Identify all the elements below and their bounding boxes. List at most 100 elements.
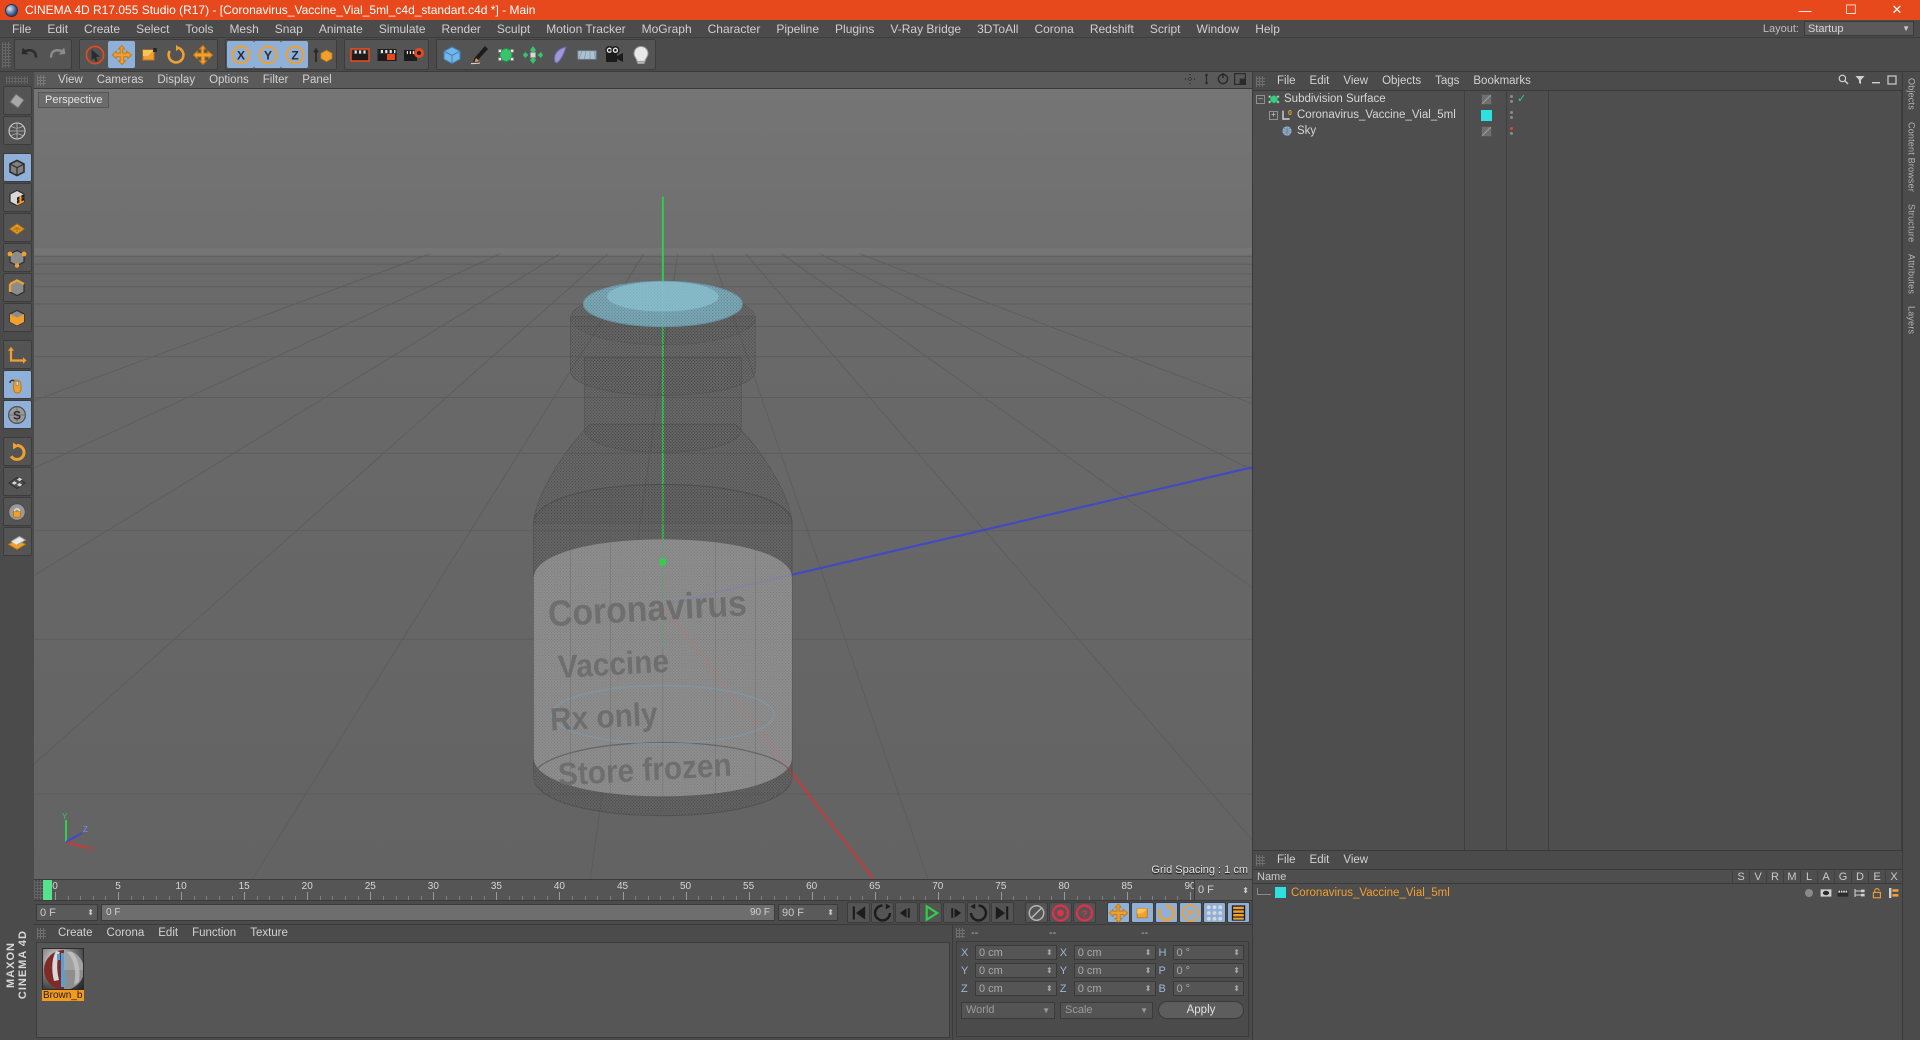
object-row[interactable]: +0 Coronavirus_Vaccine_Vial_5ml [1253, 107, 1464, 123]
layout-select[interactable]: Startup ▼ [1804, 21, 1914, 36]
minimize-icon[interactable] [1871, 74, 1881, 88]
viewport-lock-icon[interactable] [2, 370, 32, 399]
material-menu-function[interactable]: Function [185, 925, 243, 942]
move-view-icon[interactable] [1184, 73, 1196, 88]
world-axis-icon[interactable] [2, 116, 32, 145]
object-tag-cell[interactable] [1465, 123, 1506, 139]
coord-input-rotation[interactable]: 0 ° ⬍ [1172, 963, 1244, 978]
menu-item-tools[interactable]: Tools [177, 20, 221, 38]
nurbs-icon[interactable] [492, 41, 519, 68]
point-mode-icon[interactable] [2, 243, 32, 272]
light-icon[interactable] [627, 41, 654, 68]
material-tag-swatch[interactable] [1275, 887, 1286, 898]
tag-column-header[interactable]: M [1783, 870, 1800, 883]
material-sphere-icon[interactable] [42, 948, 84, 990]
visibility-dot-editor[interactable] [1510, 95, 1513, 98]
viewport-menu-display[interactable]: Display [150, 72, 202, 89]
preview-range-slider[interactable]: 0 F 90 F [101, 904, 775, 921]
move-axis-icon[interactable] [189, 41, 216, 68]
coord-input-size[interactable]: 0 cm ⬍ [1073, 963, 1156, 978]
material-tag-swatch[interactable] [1481, 125, 1492, 137]
tag-column-header[interactable]: D [1851, 870, 1868, 883]
object-manager-menu-file[interactable]: File [1270, 72, 1303, 90]
object-manager-menu-view[interactable]: View [1336, 72, 1375, 90]
menu-item-simulate[interactable]: Simulate [371, 20, 434, 38]
autokey-icon[interactable] [1025, 902, 1048, 923]
menu-item-mesh[interactable]: Mesh [221, 20, 266, 38]
scale-icon[interactable] [135, 41, 162, 68]
stepper-icon[interactable]: ⬍ [1145, 984, 1152, 993]
object-manager-menu-bookmarks[interactable]: Bookmarks [1466, 72, 1538, 90]
maximize-icon[interactable] [1887, 74, 1897, 88]
material-menu-grip[interactable] [37, 928, 46, 939]
lock-icon[interactable] [1868, 887, 1885, 899]
menu-item-file[interactable]: File [4, 20, 39, 38]
cube-primitive-icon[interactable] [438, 41, 465, 68]
texture-checker-icon[interactable] [2, 467, 32, 496]
tag-column-header[interactable]: A [1817, 870, 1834, 883]
timeline-right-frame-field[interactable]: 0 F ⬍ [1194, 880, 1252, 900]
visibility-dot-render[interactable] [1510, 100, 1513, 103]
render-icon[interactable] [1834, 887, 1851, 899]
visibility-dots[interactable] [1510, 95, 1513, 103]
right-tab-content-browser[interactable]: Content Browser [1907, 116, 1917, 198]
tag-column-header[interactable]: Name [1253, 871, 1732, 883]
viewport-menu-cameras[interactable]: Cameras [90, 72, 151, 89]
visible-icon[interactable] [1817, 887, 1834, 899]
menu-item-window[interactable]: Window [1189, 20, 1248, 38]
menu-item-edit[interactable]: Edit [39, 20, 76, 38]
tag-row[interactable]: Coronavirus_Vaccine_Vial_5ml [1253, 884, 1902, 901]
menu-item-v-ray-bridge[interactable]: V-Ray Bridge [882, 20, 969, 38]
tag-column-header[interactable]: V [1749, 870, 1766, 883]
coord-input-position[interactable]: 0 cm ⬍ [975, 945, 1057, 960]
play-loop-icon[interactable] [967, 902, 990, 923]
coordinate-mode-select[interactable]: Scale ▼ [1060, 1001, 1153, 1019]
bend-deformer-icon[interactable] [546, 41, 573, 68]
render-settings-icon[interactable] [400, 41, 427, 68]
next-frame-icon[interactable] [943, 902, 966, 923]
menu-item-motion-tracker[interactable]: Motion Tracker [538, 20, 633, 38]
tag-column-header[interactable]: S [1732, 870, 1749, 883]
menu-item-create[interactable]: Create [76, 20, 128, 38]
coordinates-grip[interactable] [956, 928, 965, 938]
tag-column-header[interactable]: X [1885, 870, 1902, 883]
end-frame-field[interactable]: 90 F ⬍ [778, 904, 838, 921]
stepper-icon[interactable]: ⬍ [87, 908, 94, 917]
tag-manager-rows[interactable]: Coronavirus_Vaccine_Vial_5ml [1253, 884, 1902, 901]
tag-manager-empty-area[interactable] [1253, 901, 1902, 1040]
axis-y-icon[interactable]: Y [254, 41, 281, 68]
viewport-menu-grip[interactable] [37, 74, 46, 86]
coord-input-rotation[interactable]: 0 ° ⬍ [1172, 945, 1244, 960]
object-visibility-cell[interactable]: ✓ [1507, 91, 1548, 107]
object-manager-menu-objects[interactable]: Objects [1375, 72, 1428, 90]
coordinate-system-select[interactable]: World ▼ [961, 1001, 1055, 1019]
right-tab-structure[interactable]: Structure [1907, 198, 1917, 248]
tag-manager-menu-view[interactable]: View [1336, 851, 1375, 869]
menu-item-3dtoall[interactable]: 3DToAll [969, 20, 1026, 38]
render-view-icon[interactable] [346, 41, 373, 68]
layout-view-icon[interactable] [1233, 72, 1247, 88]
visibility-dot-render[interactable] [1510, 132, 1513, 135]
axis-x-icon[interactable]: X [227, 41, 254, 68]
apply-button[interactable]: Apply [1158, 1001, 1244, 1019]
pla-key-icon[interactable]: P [1179, 902, 1202, 923]
minimize-button[interactable]: — [1782, 0, 1828, 20]
stepper-icon[interactable]: ⬍ [1145, 948, 1152, 957]
viewport-menu-filter[interactable]: Filter [256, 72, 296, 89]
stepper-icon[interactable]: ⬍ [1233, 948, 1240, 957]
redo-icon[interactable] [43, 41, 70, 68]
rotate-icon[interactable] [162, 41, 189, 68]
scale-key-icon[interactable] [1131, 902, 1154, 923]
coord-input-position[interactable]: 0 cm ⬍ [975, 963, 1057, 978]
object-tree[interactable]: – Subdivision Surface +0 Coronavirus_Vaccin… [1253, 91, 1465, 850]
menu-item-plugins[interactable]: Plugins [827, 20, 882, 38]
current-frame-field[interactable]: 0 F ⬍ [36, 904, 98, 921]
stepper-icon[interactable]: ⬍ [827, 908, 834, 917]
undo-icon[interactable] [16, 41, 43, 68]
texture-mode-icon[interactable] [2, 183, 32, 212]
visibility-dots[interactable] [1510, 111, 1513, 119]
object-manager-grip[interactable] [1256, 75, 1265, 87]
object-manager-body[interactable]: – Subdivision Surface +0 Coronavirus_Vaccin… [1253, 90, 1902, 850]
coord-input-size[interactable]: 0 cm ⬍ [1073, 945, 1156, 960]
object-tag-columns[interactable]: ✓ [1465, 91, 1902, 850]
